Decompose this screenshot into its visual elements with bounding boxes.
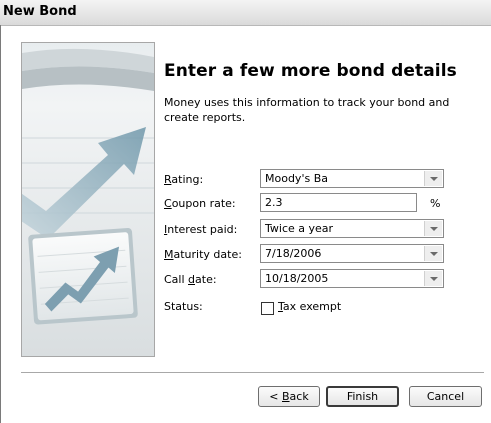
maturity-date-label: Maturity date: [164, 248, 242, 261]
finish-button[interactable]: Finish [326, 386, 399, 407]
tax-exempt-checkbox[interactable] [261, 302, 274, 315]
title-bar: New Bond [0, 0, 491, 26]
rising-chart-arrow-icon [22, 43, 154, 356]
page-heading: Enter a few more bond details [164, 61, 457, 81]
footer-divider [21, 372, 484, 374]
back-button[interactable]: < Back [258, 386, 320, 407]
chevron-down-icon[interactable] [424, 221, 442, 236]
coupon-rate-input[interactable]: 2.3 [260, 193, 417, 212]
status-label: Status: [164, 300, 203, 313]
interest-paid-dropdown[interactable]: Twice a year [260, 219, 444, 238]
chevron-down-icon[interactable] [424, 271, 442, 286]
chart-illustration [21, 42, 155, 357]
page-description: Money uses this information to track you… [164, 96, 450, 124]
cancel-button[interactable]: Cancel [409, 386, 482, 407]
rating-dropdown[interactable]: Moody's Ba [260, 169, 444, 188]
call-date-picker[interactable]: 10/18/2005 [260, 269, 444, 288]
maturity-date-value: 7/18/2006 [265, 247, 322, 260]
interest-paid-label: Interest paid: [164, 223, 238, 236]
rating-label: Rating: [164, 173, 204, 186]
chevron-down-icon[interactable] [424, 246, 442, 261]
call-date-label: Call date: [164, 273, 217, 286]
interest-paid-value: Twice a year [265, 222, 334, 235]
window-frame-left [0, 25, 1, 423]
percent-unit: % [430, 197, 441, 210]
call-date-value: 10/18/2005 [265, 272, 329, 285]
chevron-down-icon[interactable] [424, 171, 442, 186]
coupon-rate-label: Coupon rate: [164, 197, 236, 210]
coupon-rate-value: 2.3 [265, 196, 283, 209]
window-title: New Bond [3, 4, 77, 19]
tax-exempt-label[interactable]: Tax exempt [278, 300, 341, 313]
maturity-date-picker[interactable]: 7/18/2006 [260, 244, 444, 263]
rating-value: Moody's Ba [265, 172, 328, 185]
